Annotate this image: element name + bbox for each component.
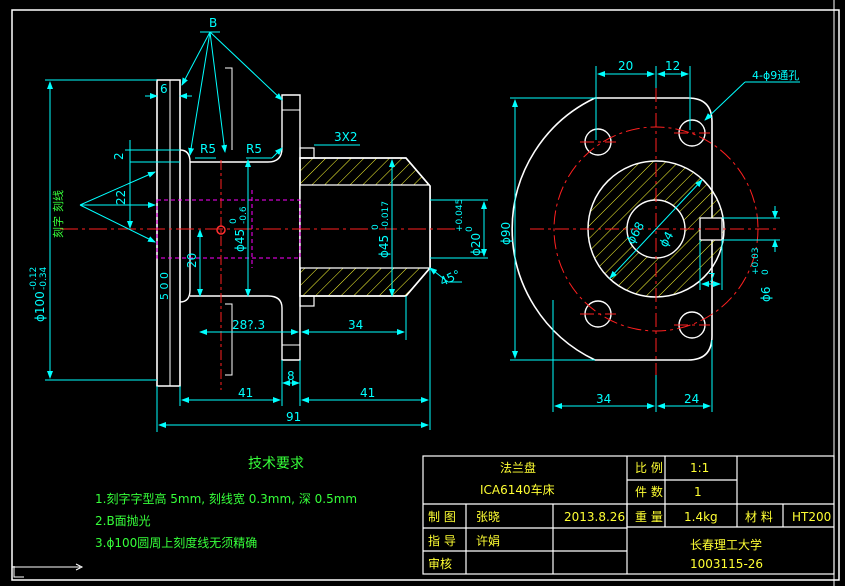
dim-phi45-right-tol: 0 — [371, 224, 381, 230]
dim-91: 91 — [286, 410, 301, 424]
dim-34-side: 34 — [596, 392, 611, 406]
tech-item-2: 2.B面抛光 — [95, 513, 151, 528]
dim-34-front: 34 — [348, 318, 363, 332]
dim-phi6-tol2: 0 — [761, 269, 771, 275]
drawing-canvas: B R5 R5 3X2 45° 6 28?.3 34 41 8 41 91 2 … — [11, 0, 840, 586]
weight-value: 1.4kg — [684, 510, 718, 524]
draw-date: 2013.8.26 — [564, 510, 625, 524]
dim-4-phi9: 4-ϕ9通孔 — [752, 69, 799, 82]
machine-model: ICA6140车床 — [480, 482, 555, 497]
dim-phi100-tol2: -0.34 — [39, 266, 49, 290]
dim-phi90: ϕ90 — [499, 222, 513, 245]
flange-disc — [156, 79, 181, 387]
tech-item-1: 1.刻字字型高 5mm, 刻线宽 0.3mm, 深 0.5mm — [95, 491, 357, 506]
dim-50: 5 0 0 — [158, 272, 171, 300]
dim-phi45-left-tol2: -0.6 — [239, 206, 249, 224]
dim-phi45-left: ϕ45 — [233, 229, 247, 252]
school-name: 长春理工大学 — [690, 537, 762, 552]
dim-phi6: ϕ6 — [759, 286, 773, 302]
side-view: 20 12 4-ϕ9通孔 ϕ90 ϕ68 ϕ4 7 ϕ6 +0.03 0 34 … — [499, 59, 800, 412]
tech-item-3: 3.ϕ100圆周上刻度线无须精确 — [95, 535, 257, 550]
front-view: B R5 R5 3X2 45° 6 28?.3 34 41 8 41 91 2 … — [29, 16, 488, 432]
title-block: 法兰盘 ICA6140车床 比 例 1:1 件 数 1 制 图 张晓 2013.… — [422, 455, 835, 575]
dim-phi20-bore-tol2: 0 — [465, 226, 475, 232]
callout-groove: 3X2 — [334, 130, 358, 144]
part-name: 法兰盘 — [500, 460, 536, 475]
label-engrave-line: 刻线 — [51, 190, 65, 212]
dim-phi20-bore-tol: +0.045 — [455, 199, 465, 232]
dim-phi45-right: ϕ45 — [377, 235, 391, 258]
drafter-name: 张晓 — [476, 510, 500, 524]
callout-B: B — [209, 16, 217, 30]
qty-label: 件 数 — [635, 484, 663, 499]
dim-phi20-bore: ϕ20 — [469, 233, 483, 256]
dim-41-left: 41 — [238, 386, 253, 400]
dim-phi100-tol: -0.12 — [29, 267, 39, 290]
dim-22: 22 — [114, 190, 128, 205]
check-label: 审核 — [428, 556, 452, 571]
tech-requirements: 技术要求 1.刻字字型高 5mm, 刻线宽 0.3mm, 深 0.5mm 2.B… — [95, 456, 357, 550]
scale-label: 比 例 — [635, 461, 663, 475]
dim-12-side: 12 — [665, 59, 680, 73]
dim-6: 6 — [160, 82, 168, 96]
dim-28-3: 28?.3 — [232, 318, 265, 332]
scale-value: 1:1 — [690, 461, 709, 475]
tech-title: 技术要求 — [248, 456, 304, 472]
guide-label: 指 导 — [428, 533, 456, 548]
dim-phi100: ϕ100 — [33, 291, 47, 322]
callout-r5-left: R5 — [200, 142, 216, 156]
callout-chamfer: 45° — [438, 267, 463, 289]
dim-7-side: 7 — [708, 271, 716, 285]
dim-8: 8 — [287, 369, 295, 383]
guide-name: 许娟 — [476, 534, 500, 548]
drawing-number: 1003115-26 — [690, 557, 763, 571]
material-value: HT200 — [792, 510, 831, 524]
dim-2: 2 — [112, 152, 126, 160]
dim-phi45-left-tol: 0 — [229, 218, 239, 224]
dim-20-v: 20 — [185, 253, 199, 268]
dim-phi45-right-tol2: -0.017 — [381, 201, 391, 230]
label-engrave-text: 刻字 — [51, 216, 65, 238]
material-label: 材 料 — [745, 510, 773, 524]
dim-phi6-tol: +0.03 — [751, 247, 761, 275]
qty-value: 1 — [694, 485, 702, 499]
dim-24-side: 24 — [684, 392, 699, 406]
weight-label: 重 量 — [635, 510, 663, 524]
draw-label: 制 图 — [428, 510, 456, 524]
callout-r5-right: R5 — [246, 142, 262, 156]
dim-41-right: 41 — [360, 386, 375, 400]
dim-20-side: 20 — [618, 59, 633, 73]
